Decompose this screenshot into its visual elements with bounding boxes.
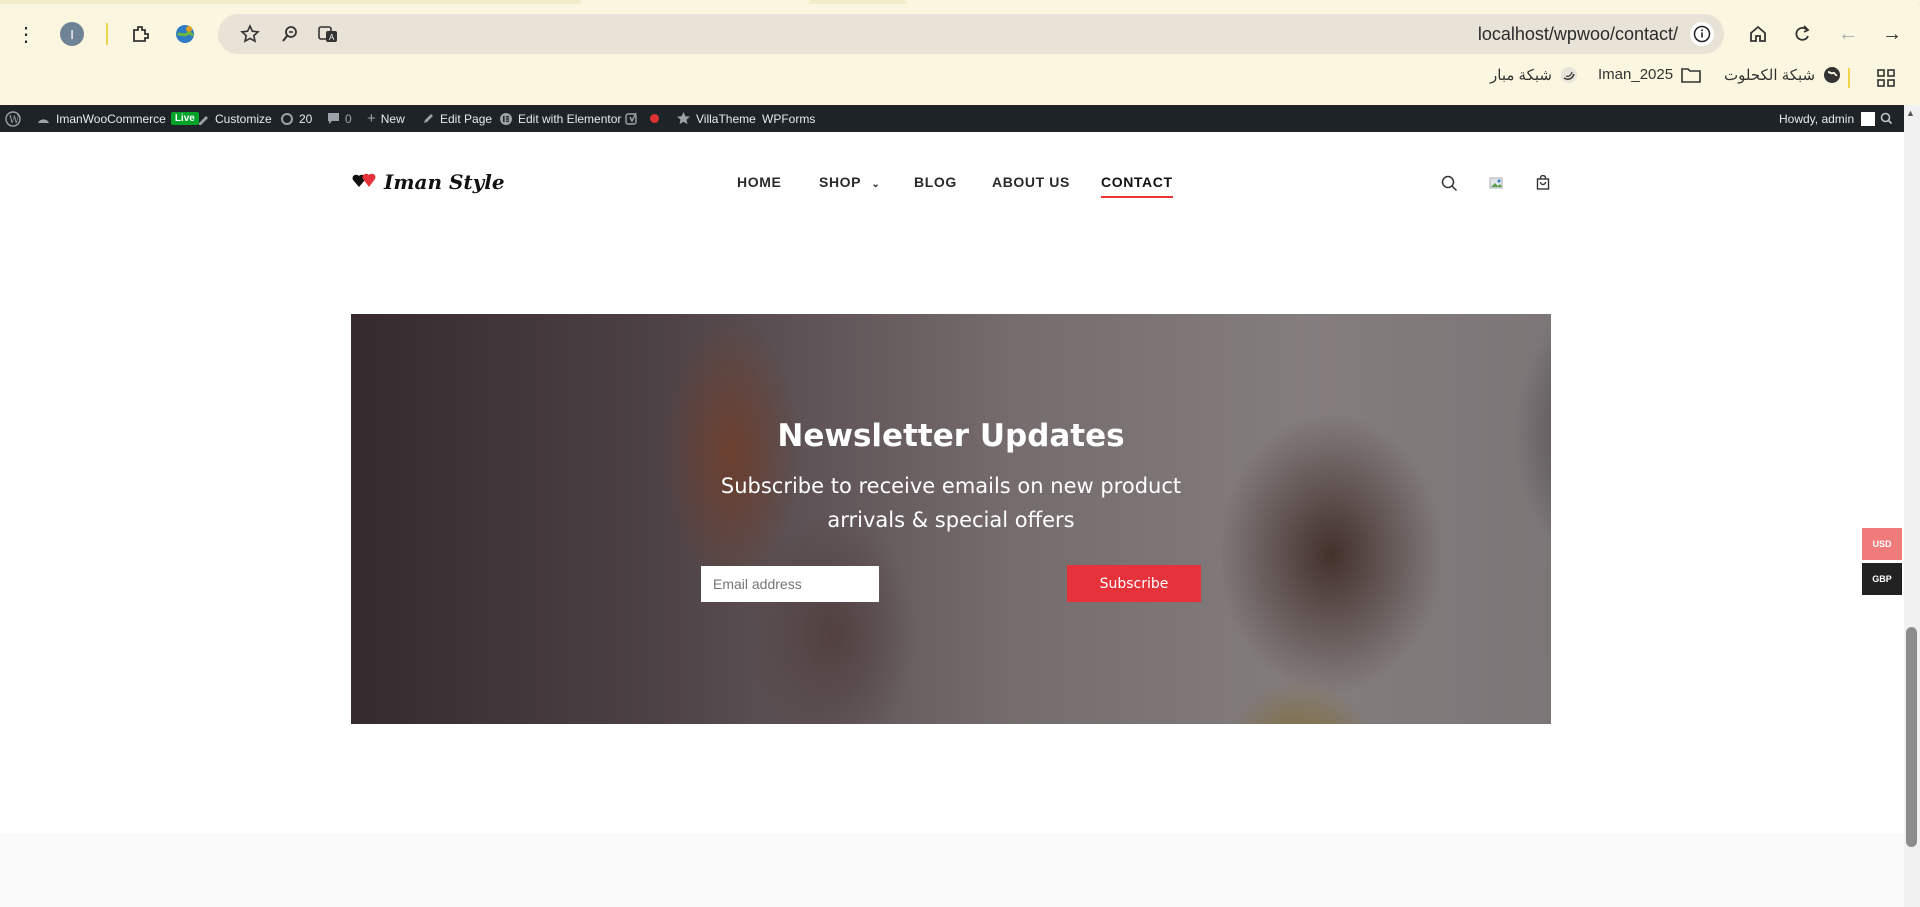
profile-initial: I [70,26,74,42]
bookmark-item[interactable]: شبكة الكحلوت [1724,66,1841,84]
browser-chrome: ⋮ I A localhost/wpwoo/contact/ ← → شبكة … [0,0,1920,105]
bookmark-folder[interactable]: Iman_2025 [1598,66,1701,83]
scroll-up-arrow-icon[interactable]: ▲ [1906,108,1915,118]
email-field[interactable] [701,566,879,602]
wordpress-logo-icon[interactable]: W [5,105,21,132]
edit-elementor-label: Edit with Elementor [518,111,622,126]
wpforms-label: WPForms [762,111,816,126]
apps-grid-icon[interactable] [1874,66,1898,90]
comments-count: 0 [345,111,352,126]
back-arrow-icon[interactable]: → [1878,20,1906,48]
bookmark-label: شبكة الكحلوت [1724,67,1816,84]
site-favicon-icon [1560,67,1577,83]
bookmark-star-icon[interactable] [236,20,264,48]
star-icon [677,112,690,125]
currency-gbp[interactable]: GBP [1862,563,1902,595]
subscribe-button[interactable]: Subscribe [1067,565,1201,602]
tab[interactable] [580,0,810,4]
scrollbar-thumb[interactable] [1906,627,1917,847]
nav-contact[interactable]: CONTACT [1101,174,1173,198]
menu-icon[interactable]: ⋮ [16,20,36,48]
new-label: New [380,111,405,126]
new-content-menu[interactable]: + New [367,105,405,132]
admin-search-icon[interactable] [1880,105,1893,132]
wp-admin-bar: W ImanWooCommerce Live Customize 20 0 + … [0,105,1920,132]
nav-shop[interactable]: SHOP ⌄ [819,174,880,190]
svg-text:W: W [9,115,20,126]
yoast-icon [625,112,637,125]
site-name: ImanWooCommerce [56,111,166,126]
zoom-icon[interactable] [276,20,304,48]
footer-area [0,833,1904,907]
search-icon[interactable] [1438,172,1460,194]
site-name-menu[interactable]: ImanWooCommerce Live [36,105,199,132]
site-logo[interactable]: Iman Style [351,170,505,194]
plus-icon: + [367,110,376,127]
elementor-icon [500,112,512,125]
forward-arrow-icon[interactable]: ← [1834,20,1862,48]
villatheme-label: VillaTheme [696,111,756,126]
live-badge: Live [170,112,199,125]
newsletter-subtitle: Subscribe to receive emails on new produ… [720,474,1182,532]
pencil-icon [424,114,433,123]
updates-link[interactable]: 20 [280,105,312,132]
account-image-icon[interactable] [1485,172,1507,194]
divider [106,23,108,45]
nav-about[interactable]: ABOUT US [992,174,1070,190]
profile-avatar[interactable]: I [60,22,84,46]
edit-page-label: Edit Page [440,111,493,126]
globe-icon [1824,67,1841,83]
newsletter-title: Newsletter Updates [777,418,1125,454]
translate-icon[interactable]: A [314,20,342,48]
edit-page-link[interactable]: Edit Page [422,105,492,132]
customize-label: Customize [215,111,272,126]
logo-text: Iman Style [384,170,505,194]
villatheme-link[interactable]: VillaTheme [676,105,756,132]
divider [1848,68,1850,88]
reload-icon[interactable] [1788,20,1816,48]
nav-blog[interactable]: BLOG [914,174,957,190]
bookmark-label: Iman_2025 [1598,66,1674,83]
edit-elementor-link[interactable]: Edit with Elementor [499,105,621,132]
url-text[interactable]: localhost/wpwoo/contact/ [1478,24,1678,45]
extension-globe-icon[interactable] [172,20,198,48]
chevron-down-icon: ⌄ [871,179,881,190]
nav-shop-label: SHOP [819,174,861,190]
account-menu[interactable]: Howdy, admin [1779,105,1876,132]
updates-icon [281,112,293,125]
comments-link[interactable]: 0 [327,105,352,132]
newsletter-banner: Newsletter Updates Subscribe to receive … [351,314,1551,724]
avatar [1861,111,1876,126]
updates-count: 20 [299,111,313,126]
home-icon[interactable] [1744,20,1772,48]
cart-icon[interactable] [1532,172,1554,194]
howdy-label: Howdy, admin [1779,111,1855,126]
dashboard-icon [38,118,49,123]
svg-text:A: A [329,33,335,42]
brush-icon [199,116,208,125]
seo-menu[interactable] [625,105,659,132]
bookmark-item[interactable]: شبكة مبار [1490,66,1578,84]
tab-active[interactable] [905,0,1920,4]
bookmark-label: شبكة مبار [1490,67,1552,84]
heart-logo-icon [352,173,376,187]
wpforms-link[interactable]: WPForms [762,105,815,132]
customize-link[interactable]: Customize [197,105,272,132]
status-dot-icon [650,114,659,123]
comment-icon [328,113,339,124]
folder-icon [1681,67,1701,83]
currency-usd[interactable]: USD [1862,528,1902,560]
site-info-icon[interactable] [1690,22,1714,46]
extensions-icon[interactable] [128,20,154,48]
nav-home[interactable]: HOME [737,174,781,190]
